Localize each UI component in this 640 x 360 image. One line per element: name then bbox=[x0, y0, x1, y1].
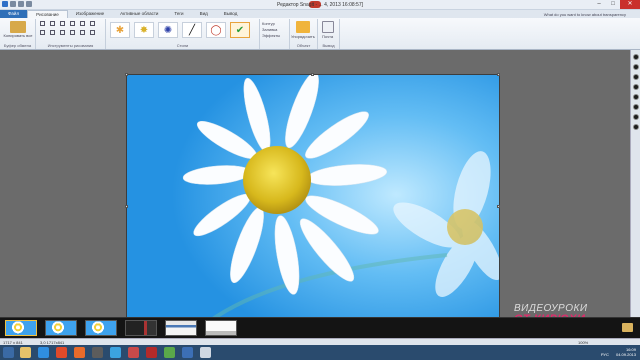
selection-icon[interactable] bbox=[40, 21, 45, 26]
camtasia-icon[interactable] bbox=[146, 347, 157, 358]
snagit-editor-icon[interactable] bbox=[200, 347, 211, 358]
ribbon: Копировать все Буфер обмена Инструменты … bbox=[0, 18, 640, 50]
capture-tray bbox=[0, 317, 640, 338]
resize-handle-tr[interactable] bbox=[497, 73, 500, 76]
resize-handle-tl[interactable] bbox=[125, 73, 128, 76]
right-toolbar bbox=[630, 50, 640, 317]
object-group-label: Объект bbox=[296, 43, 311, 48]
shape-icon[interactable] bbox=[70, 30, 75, 35]
opera-icon[interactable] bbox=[56, 347, 67, 358]
style-checkmark-green[interactable]: ✔ bbox=[230, 22, 250, 38]
style-star-blue[interactable]: ✺ bbox=[158, 22, 178, 38]
tab-view[interactable]: Вид bbox=[192, 10, 216, 18]
maximize-button[interactable]: □ bbox=[606, 0, 620, 9]
text-icon[interactable] bbox=[50, 30, 55, 35]
help-search[interactable]: What do you want to know about transpare… bbox=[544, 12, 640, 17]
mail-icon[interactable] bbox=[322, 21, 334, 33]
output-group-label: Вывод bbox=[322, 43, 335, 48]
highlighter-icon[interactable] bbox=[90, 21, 95, 26]
style-pen-black[interactable]: ╱ bbox=[182, 22, 202, 38]
effects-option[interactable]: Эффекты bbox=[262, 33, 280, 38]
style-star-gold[interactable]: ✸ bbox=[134, 22, 154, 38]
tool-5-icon[interactable] bbox=[633, 114, 639, 120]
fill-option[interactable]: Заливка bbox=[262, 27, 277, 32]
clipboard-group-label: Буфер обмена bbox=[3, 43, 32, 48]
minimize-button[interactable]: – bbox=[592, 0, 606, 9]
tool-3-icon[interactable] bbox=[633, 94, 639, 100]
drawing-tools-label: Инструменты рисования bbox=[47, 43, 94, 48]
editor-canvas[interactable] bbox=[0, 50, 630, 340]
resize-handle-r[interactable] bbox=[497, 205, 500, 208]
line-icon[interactable] bbox=[60, 30, 65, 35]
tray-thumbnail[interactable] bbox=[165, 320, 197, 336]
styles-group: ✱ ✸ ✺ ╱ ◯ ✔ Стили bbox=[106, 19, 260, 49]
object-group: Упорядочить Объект bbox=[290, 19, 318, 49]
start-icon[interactable] bbox=[3, 347, 14, 358]
tab-draw[interactable]: Рисование bbox=[27, 10, 68, 18]
zoom-out-icon[interactable] bbox=[633, 64, 639, 70]
tool-4-icon[interactable] bbox=[633, 104, 639, 110]
arrange-icon[interactable] bbox=[296, 21, 310, 33]
drawing-tools-group: Инструменты рисования bbox=[36, 19, 106, 49]
window-title: Редактор Snagit - ... 4, 2013 16:08:57] bbox=[276, 2, 363, 8]
tool-2-icon[interactable] bbox=[633, 84, 639, 90]
tab-image[interactable]: Изображение bbox=[68, 10, 112, 18]
tray-thumbnail[interactable] bbox=[5, 320, 37, 336]
edited-image[interactable] bbox=[126, 74, 500, 340]
resize-handle-l[interactable] bbox=[125, 205, 128, 208]
tray-thumbnail[interactable] bbox=[205, 320, 237, 336]
app-icon[interactable] bbox=[182, 347, 193, 358]
tab-file[interactable]: Файл bbox=[0, 10, 28, 18]
fill-icon[interactable] bbox=[80, 30, 85, 35]
mail-label[interactable]: Почта bbox=[322, 34, 333, 39]
firefox-icon[interactable] bbox=[74, 347, 85, 358]
eraser-icon[interactable] bbox=[90, 30, 95, 35]
tray-thumbnail[interactable] bbox=[125, 320, 157, 336]
close-button[interactable]: ✕ bbox=[620, 0, 640, 9]
copy-all-label[interactable]: Копировать все bbox=[3, 33, 33, 38]
ribbon-tabs: Файл Рисование Изображение Активные обла… bbox=[0, 10, 640, 18]
tray-thumbnail[interactable] bbox=[45, 320, 77, 336]
tab-tags[interactable]: Теги bbox=[166, 10, 191, 18]
keyboard-language[interactable]: РУС bbox=[601, 352, 609, 357]
effects-group: Контур Заливка Эффекты bbox=[260, 19, 290, 49]
pen-icon[interactable] bbox=[80, 21, 85, 26]
style-star-yellow[interactable]: ✱ bbox=[110, 22, 130, 38]
tab-output[interactable]: Вывод bbox=[216, 10, 246, 18]
contour-option[interactable]: Контур bbox=[262, 21, 275, 26]
tool-1-icon[interactable] bbox=[633, 74, 639, 80]
daisy-photo bbox=[127, 75, 499, 339]
system-tray: РУС 16:09 04.09.2013 bbox=[601, 347, 636, 357]
status-bar: 1717 x 841 3,0 1717x841 100% bbox=[0, 338, 640, 345]
clock-date[interactable]: 04.09.2013 bbox=[616, 352, 636, 357]
title-bar: Редактор Snagit - ... 4, 2013 16:08:57] … bbox=[0, 0, 640, 10]
callout-icon[interactable] bbox=[50, 21, 55, 26]
taskbar: РУС 16:09 04.09.2013 bbox=[0, 345, 640, 360]
crop-icon[interactable] bbox=[40, 30, 45, 35]
styles-label: Стили bbox=[176, 43, 189, 48]
tab-hotspots[interactable]: Активные области bbox=[112, 10, 166, 18]
window-controls: – □ ✕ bbox=[592, 0, 640, 9]
style-ellipse-red[interactable]: ◯ bbox=[206, 22, 226, 38]
output-group: Почта Вывод bbox=[318, 19, 340, 49]
stamp-icon[interactable] bbox=[70, 21, 75, 26]
recorder-icon[interactable] bbox=[128, 347, 139, 358]
app-icon[interactable] bbox=[92, 347, 103, 358]
clipboard-group: Копировать все Буфер обмена bbox=[0, 19, 36, 49]
arrow-icon[interactable] bbox=[60, 21, 65, 26]
resize-handle-t[interactable] bbox=[311, 73, 314, 76]
zoom-in-icon[interactable] bbox=[633, 54, 639, 60]
paste-icon[interactable] bbox=[10, 21, 26, 33]
library-folder-icon[interactable] bbox=[622, 323, 633, 332]
tool-6-icon[interactable] bbox=[633, 124, 639, 130]
browser-icon[interactable] bbox=[38, 347, 49, 358]
app-icon[interactable] bbox=[164, 347, 175, 358]
tray-thumbnail[interactable] bbox=[85, 320, 117, 336]
explorer-icon[interactable] bbox=[20, 347, 31, 358]
arrange-label[interactable]: Упорядочить bbox=[291, 34, 315, 39]
skype-icon[interactable] bbox=[110, 347, 121, 358]
